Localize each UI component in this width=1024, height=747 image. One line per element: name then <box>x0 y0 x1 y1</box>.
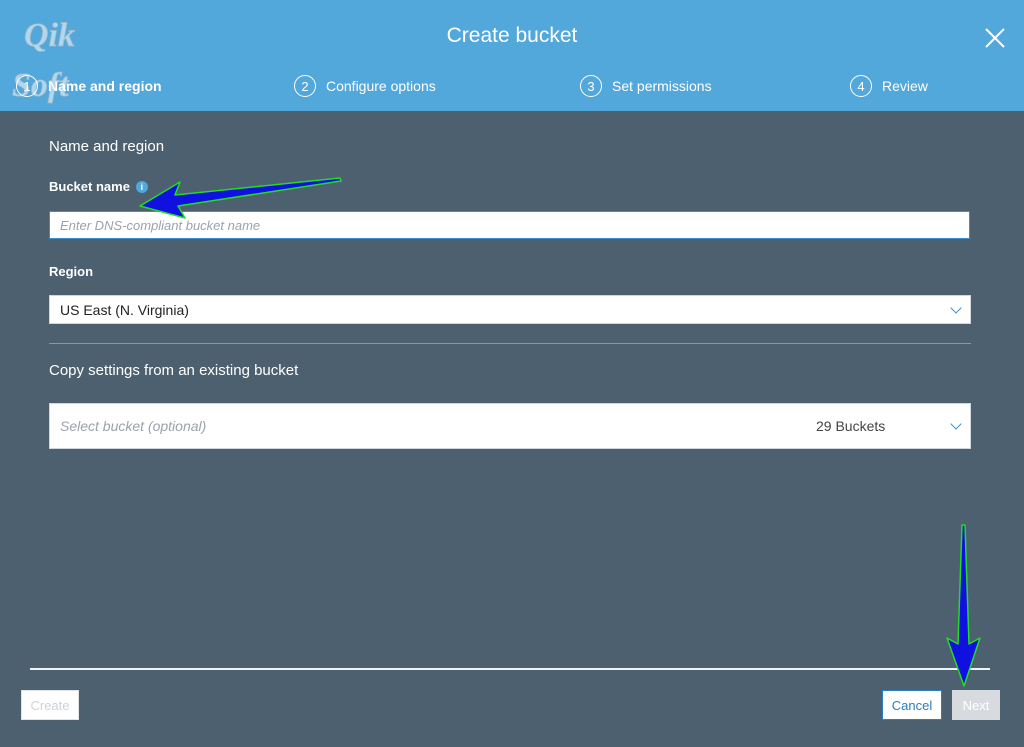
existing-bucket-select[interactable]: Select bucket (optional) 29 Buckets <box>49 403 971 449</box>
copy-settings-title: Copy settings from an existing bucket <box>49 362 299 379</box>
step-number: 1 <box>16 75 38 97</box>
step-number: 2 <box>294 75 316 97</box>
bucket-count: 29 Buckets <box>816 418 886 434</box>
step-configure-options[interactable]: 2 Configure options <box>294 74 436 98</box>
region-label: Region <box>49 264 94 279</box>
create-button[interactable]: Create <box>21 690 79 720</box>
region-value: US East (N. Virginia) <box>60 301 189 318</box>
cancel-button[interactable]: Cancel <box>882 690 942 720</box>
page-title: Create bucket <box>446 24 578 47</box>
step-label: Review <box>882 78 928 94</box>
step-number: 4 <box>850 75 872 97</box>
bucket-name-input[interactable] <box>49 211 970 239</box>
chevron-down-icon <box>950 301 962 314</box>
step-number: 3 <box>580 75 602 97</box>
select-bucket-placeholder: Select bucket (optional) <box>60 418 207 434</box>
footer-divider <box>30 668 990 670</box>
step-review[interactable]: 4 Review <box>850 74 928 98</box>
section-title: Name and region <box>49 138 165 155</box>
annotation-arrow-icon <box>946 524 981 687</box>
chevron-down-icon <box>950 418 962 430</box>
step-label: Configure options <box>326 78 436 94</box>
step-label: Name and region <box>48 78 162 94</box>
step-set-permissions[interactable]: 3 Set permissions <box>580 74 712 98</box>
step-name-and-region[interactable]: 1 Name and region <box>16 74 162 98</box>
modal-header: Qik Soft Create bucket 1 Name and region… <box>0 0 1024 111</box>
info-icon[interactable]: i <box>135 180 148 193</box>
bucket-name-label-text: Bucket name <box>49 179 130 194</box>
bucket-name-label: Bucket name i <box>49 179 148 194</box>
region-select[interactable]: US East (N. Virginia) <box>49 295 971 324</box>
close-icon[interactable] <box>982 25 1008 51</box>
divider <box>49 343 971 344</box>
step-label: Set permissions <box>612 78 712 94</box>
next-button[interactable]: Next <box>952 690 1000 720</box>
